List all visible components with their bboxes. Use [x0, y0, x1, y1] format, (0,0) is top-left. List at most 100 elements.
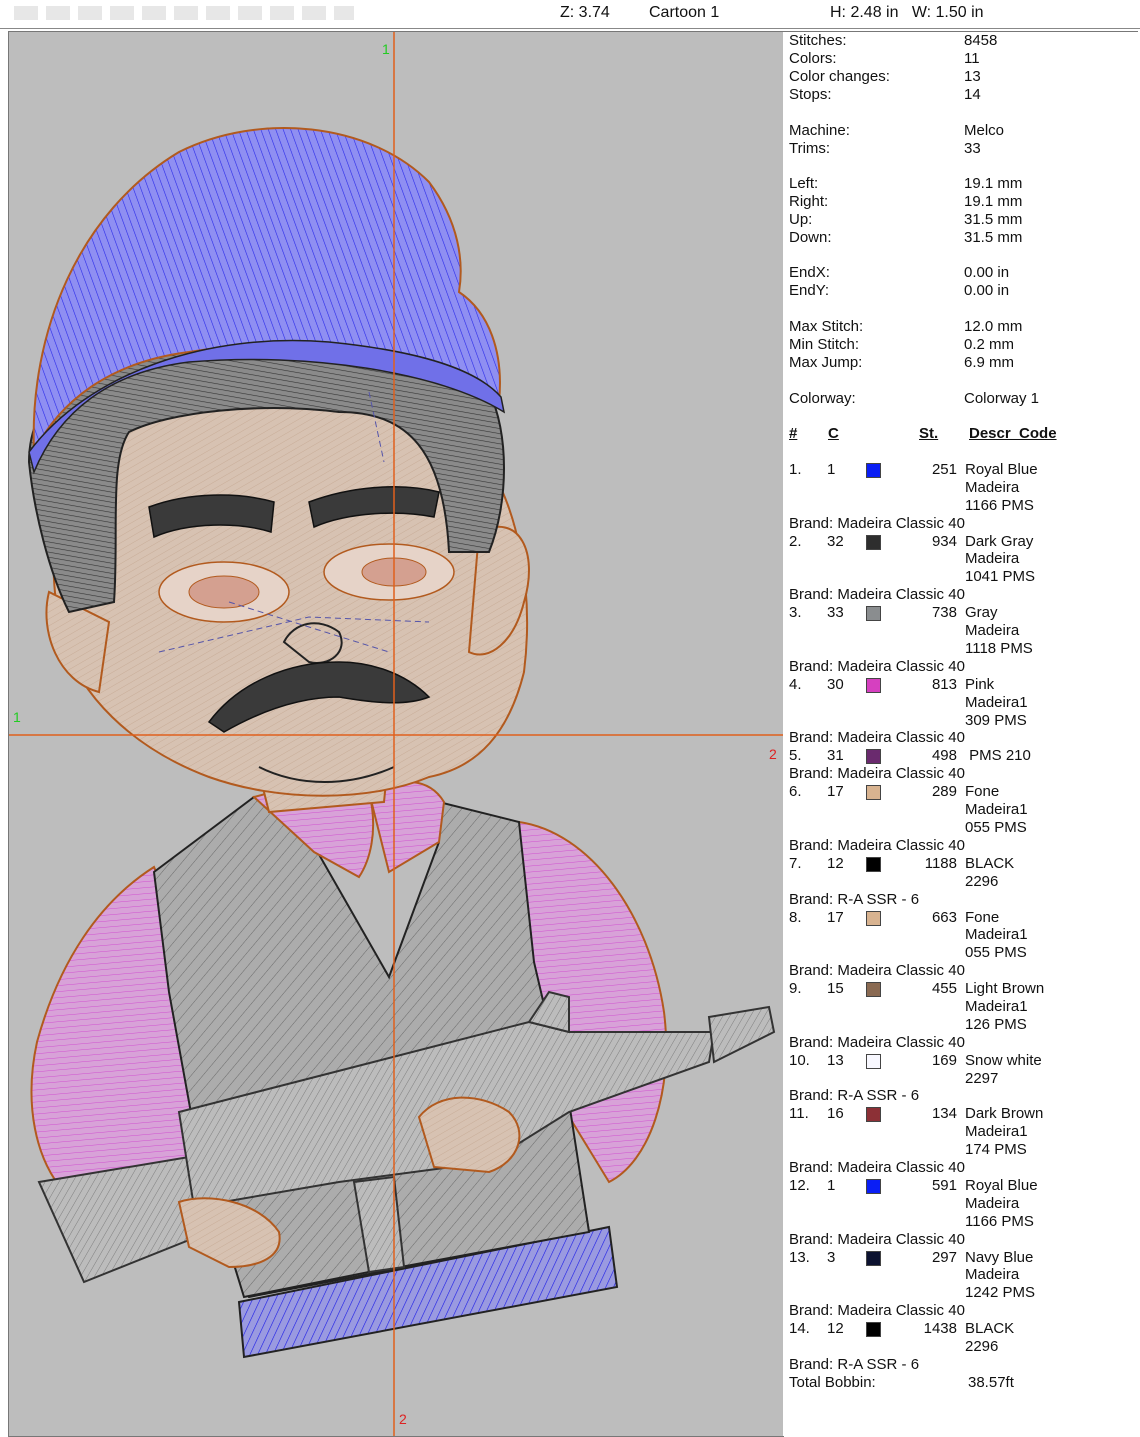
stitch-count: 134: [931, 1105, 957, 1123]
stat-value: 8458: [964, 32, 998, 49]
thread-description: 2297: [965, 1069, 999, 1087]
color-stop-item[interactable]: 5. 31 498 PMS 210 Brand: Madeira Classic 40: [783, 747, 1138, 783]
thread-brand: Brand: Madeira Classic 40: [789, 765, 965, 783]
thread-description: Madeira1: [965, 926, 1028, 944]
stat-value: 19.1 mm: [964, 175, 1023, 192]
color-stop-item[interactable]: 8. 17 663 Fone Madeira1 055 PMS Brand: Madeira…: [783, 909, 1138, 981]
thread-brand: Brand: Madeira Classic 40: [789, 586, 965, 604]
zoom-readout: Z: 3.74: [560, 4, 610, 21]
thread-description: BLACK: [965, 1320, 1015, 1338]
color-index: 1: [827, 1177, 836, 1194]
stop-number: 5.: [789, 747, 802, 765]
color-index: 13: [827, 1051, 844, 1069]
thread-description: 2296: [965, 1338, 999, 1356]
thread-description: Gray: [965, 604, 998, 622]
thread-brand: Brand: Madeira Classic 40: [789, 1033, 965, 1051]
color-swatch: [866, 1107, 881, 1123]
thread-description: Madeira1: [965, 693, 1028, 711]
stitch-count: 813: [931, 675, 957, 693]
thread-description: Dark Gray: [965, 532, 1034, 550]
color-index: 17: [827, 908, 844, 926]
color-index: 32: [827, 532, 844, 550]
color-stop-item[interactable]: 10. 13 169 Snow white 2297 Brand: R-A SSR - 6: [783, 1052, 1138, 1106]
color-stop-item[interactable]: 6. 17 289 Fone Madeira1 055 PMS Brand: Madeira…: [783, 783, 1138, 855]
color-index: 1: [827, 461, 836, 478]
thread-description: Madeira: [965, 622, 1020, 640]
color-index: 3: [827, 1248, 836, 1266]
stat-value: 0.00 in: [964, 264, 1010, 281]
color-swatch: [866, 1053, 881, 1069]
thread-description: 174 PMS: [965, 1141, 1027, 1159]
top-status-bar: Z: 3.74 Cartoon 1 H: 2.48 in W: 1.50 in: [0, 0, 1140, 29]
header-description: Descr Code: [969, 425, 1057, 442]
stat-value: Colorway 1: [964, 390, 1040, 407]
thread-brand: Brand: R-A SSR - 6: [789, 1087, 920, 1105]
color-index: 16: [827, 1105, 844, 1123]
stat-label: Left:: [789, 175, 819, 192]
bobbin-value: 38.57ft: [968, 1373, 1014, 1391]
color-stop-item[interactable]: 11. 16 134 Dark Brown Madeira1 174 PMS Brand: …: [783, 1105, 1138, 1177]
color-index: 12: [827, 1320, 844, 1338]
stat-value: 0.00 in: [964, 282, 1010, 299]
stat-value: 6.9 mm: [964, 354, 1015, 371]
color-stop-item[interactable]: 1. 1 251 Royal Blue Madeira 1166 PMS Brand: Ma…: [783, 461, 1138, 533]
color-index: 33: [827, 604, 844, 622]
color-swatch: [866, 856, 881, 872]
color-stop-item[interactable]: 3. 33 738 Gray Madeira 1118 PMS Brand: Madeira…: [783, 604, 1138, 676]
thread-description: 1118 PMS: [965, 639, 1033, 657]
thread-brand: Brand: R-A SSR - 6: [789, 1355, 920, 1373]
guide-label-left: 1: [13, 709, 21, 725]
stat-label: Color changes:: [789, 68, 890, 85]
stop-number: 12.: [789, 1177, 810, 1194]
thread-description: Madeira: [965, 478, 1020, 496]
stat-value: 14: [964, 86, 981, 103]
stat-label: Max Stitch:: [789, 318, 864, 335]
color-stop-item[interactable]: 12. 1 591 Royal Blue Madeira 1166 PMS Brand: M…: [783, 1177, 1138, 1249]
thread-description: 055 PMS: [965, 944, 1027, 962]
thread-description: Madeira1: [965, 997, 1028, 1015]
stitch-count: 1188: [924, 854, 957, 872]
stat-value: 31.5 mm: [964, 211, 1023, 228]
color-swatch: [866, 910, 881, 926]
stat-label: EndX:: [789, 264, 830, 281]
thread-description: 055 PMS: [965, 818, 1027, 836]
design-canvas[interactable]: 1 1 2 2: [8, 31, 784, 1437]
stop-number: 11.: [789, 1105, 809, 1123]
thread-brand: Brand: Madeira Classic 40: [789, 836, 965, 854]
design-name: Cartoon 1: [649, 4, 720, 21]
stitch-count: 455: [931, 980, 957, 998]
stat-value: 0.2 mm: [964, 336, 1015, 353]
stat-label: Stitches:: [789, 32, 847, 49]
stat-label: EndY:: [789, 282, 830, 299]
header-color-number: C: [828, 425, 839, 442]
color-index: 30: [827, 675, 844, 693]
design-info-panel: Stitches: 8458 Colors: 11 Color changes: 13 St…: [783, 31, 1138, 1436]
color-index: 31: [827, 747, 844, 765]
stitch-count: 498: [931, 747, 957, 765]
stop-number: 14.: [789, 1320, 810, 1338]
thread-description: Light Brown: [965, 980, 1045, 998]
color-stop-item[interactable]: 4. 30 813 Pink Madeira1 309 PMS Brand: Madeira…: [783, 676, 1138, 748]
thread-description: Madeira: [965, 1266, 1020, 1284]
thread-description: Dark Brown: [965, 1105, 1044, 1123]
stitch-count: 1438: [923, 1320, 957, 1338]
thread-brand: Brand: Madeira Classic 40: [789, 729, 965, 747]
file-path-redacted: [14, 6, 354, 20]
stat-label: Colors:: [789, 50, 837, 67]
thread-description: BLACK: [965, 854, 1015, 872]
guide-label-top: 1: [382, 41, 390, 57]
color-stop-item[interactable]: 13. 3 297 Navy Blue Madeira 1242 PMS Brand: Ma…: [783, 1249, 1138, 1321]
color-stop-item[interactable]: 7. 12 1188 BLACK 2296 Brand: R-A SSR - 6: [783, 855, 1138, 909]
color-stop-item[interactable]: 2. 32 934 Dark Gray Madeira 1041 PMS Brand: Ma…: [783, 533, 1138, 605]
color-stop-item[interactable]: 9. 15 455 Light Brown Madeira1 126 PMS Brand: …: [783, 980, 1138, 1052]
thread-brand: Brand: R-A SSR - 6: [789, 890, 920, 908]
stat-label: Trims:: [789, 140, 831, 157]
stitch-count: 169: [931, 1051, 957, 1069]
stat-label: Min Stitch:: [789, 336, 860, 353]
stop-number: 9.: [789, 980, 802, 998]
color-stop-item[interactable]: 14. 12 1438 BLACK 2296 Brand: R-A SSR - 6: [783, 1320, 1138, 1374]
stop-number: 7.: [789, 854, 802, 872]
thread-description: 126 PMS: [965, 1015, 1027, 1033]
thread-brand: Brand: Madeira Classic 40: [789, 1230, 965, 1248]
guide-label-bottom: 2: [399, 1411, 407, 1427]
